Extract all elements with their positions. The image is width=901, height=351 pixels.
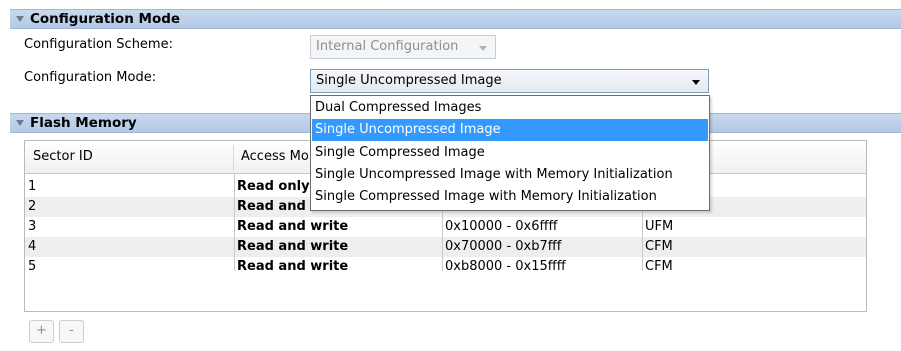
sector-id-cell: 1: [28, 179, 37, 194]
access-mode-cell: Read only: [237, 179, 310, 194]
collapse-triangle-icon[interactable]: [16, 120, 24, 126]
dropdown-option-single-compressed[interactable]: Single Compressed Image: [312, 142, 708, 164]
column-header-access-mode[interactable]: Access Mo: [241, 149, 309, 164]
dropdown-option-single-uncompressed-mem-init[interactable]: Single Uncompressed Image with Memory In…: [312, 164, 708, 186]
section-header-configuration-mode[interactable]: Configuration Mode: [10, 9, 901, 29]
section-title: Configuration Mode: [30, 11, 181, 27]
configuration-scheme-value: Internal Configuration: [316, 39, 459, 54]
dropdown-option-single-uncompressed[interactable]: Single Uncompressed Image: [312, 119, 708, 141]
configuration-mode-combo[interactable]: Single Uncompressed Image: [310, 69, 709, 93]
table-row[interactable]: 3 Read and write 0x10000 - 0x6ffff UFM: [25, 217, 866, 237]
type-cell: CFM: [645, 259, 673, 274]
dropdown-option-dual-compressed[interactable]: Dual Compressed Images: [312, 97, 708, 119]
add-sector-button[interactable]: +: [29, 320, 54, 343]
section-title: Flash Memory: [30, 115, 137, 131]
configuration-scheme-combo: Internal Configuration: [310, 35, 496, 59]
table-row[interactable]: 4 Read and write 0x70000 - 0xb7fff CFM: [25, 237, 866, 257]
column-gridline: [234, 174, 235, 271]
type-cell: CFM: [645, 239, 673, 254]
access-mode-cell: Read and write: [237, 219, 349, 234]
remove-sector-button[interactable]: -: [59, 320, 84, 343]
chevron-down-icon: [479, 46, 487, 51]
configuration-mode-dropdown-list[interactable]: Dual Compressed Images Single Uncompress…: [310, 95, 710, 211]
configuration-scheme-label: Configuration Scheme:: [24, 37, 173, 52]
sector-id-cell: 3: [28, 219, 37, 234]
table-row[interactable]: 5 Read and write 0xb8000 - 0x15ffff CFM: [25, 257, 866, 277]
access-mode-cell: Read and write: [237, 239, 349, 254]
sector-id-cell: 5: [28, 259, 37, 274]
collapse-triangle-icon[interactable]: [16, 16, 24, 22]
chevron-down-icon[interactable]: [692, 80, 700, 85]
address-range-cell: 0xb8000 - 0x15ffff: [445, 259, 566, 274]
sector-id-cell: 4: [28, 239, 37, 254]
address-range-cell: 0x70000 - 0xb7fff: [445, 239, 562, 254]
type-cell: UFM: [645, 219, 674, 234]
column-divider: [233, 145, 234, 170]
address-range-cell: 0x10000 - 0x6ffff: [445, 219, 558, 234]
dropdown-option-single-compressed-mem-init[interactable]: Single Compressed Image with Memory Init…: [312, 186, 708, 208]
sector-id-cell: 2: [28, 199, 37, 214]
configuration-mode-label: Configuration Mode:: [24, 70, 157, 85]
configuration-mode-value: Single Uncompressed Image: [316, 73, 502, 88]
column-header-sector-id[interactable]: Sector ID: [33, 149, 93, 164]
access-mode-cell: Read and write: [237, 259, 349, 274]
